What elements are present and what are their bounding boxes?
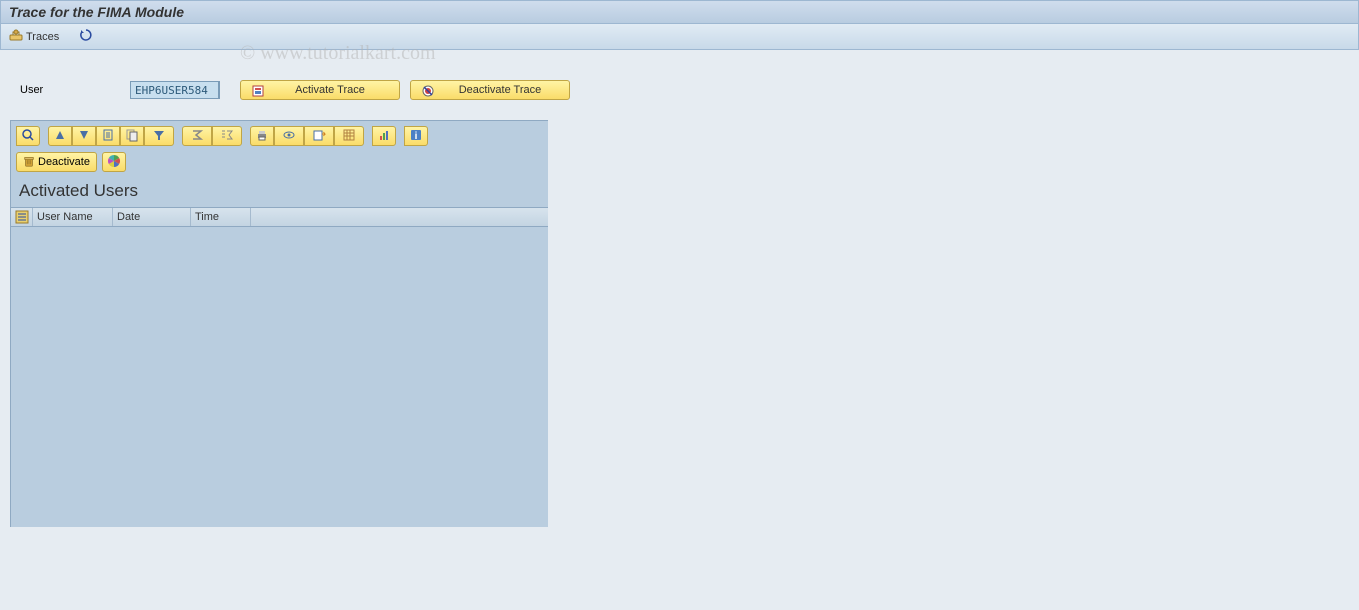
subtotal-icon — [220, 128, 234, 145]
grid-toolbar: i — [11, 121, 548, 149]
column-time[interactable]: Time — [191, 208, 251, 226]
color-circle-icon — [107, 154, 121, 171]
section-title: Activated Users — [11, 177, 548, 207]
chart-color-button[interactable] — [102, 152, 126, 172]
grid-body — [11, 227, 548, 527]
deactivate-trace-button[interactable]: Deactivate Trace — [410, 80, 570, 100]
grid-panel: i Deactivate Ac — [10, 120, 548, 527]
select-all-button[interactable] — [11, 208, 33, 226]
find-icon — [101, 128, 115, 145]
details-button[interactable] — [16, 126, 40, 146]
deactivate-label: Deactivate — [38, 156, 90, 168]
grid-toolbar-row-2: Deactivate — [11, 149, 548, 177]
deactivate-icon — [421, 84, 433, 96]
user-input-row: User Activate Trace Deactivate Trace — [0, 50, 1359, 120]
info-icon: i — [409, 128, 423, 145]
find-next-icon — [125, 128, 139, 145]
print-icon — [255, 128, 269, 145]
user-label: User — [20, 84, 120, 96]
user-input[interactable] — [130, 81, 220, 99]
filter-icon — [152, 128, 166, 145]
window-title: Trace for the FIMA Module — [9, 4, 184, 20]
layout-button[interactable] — [334, 126, 364, 146]
traces-label: Traces — [26, 31, 59, 43]
sort-desc-icon — [77, 128, 91, 145]
deactivate-trace-label: Deactivate Trace — [441, 84, 559, 96]
traces-button[interactable]: Traces — [9, 28, 59, 45]
window-title-bar: Trace for the FIMA Module — [0, 0, 1359, 24]
filter-button[interactable] — [144, 126, 174, 146]
activate-trace-label: Activate Trace — [271, 84, 389, 96]
graphic-button[interactable] — [372, 126, 396, 146]
print-button[interactable] — [250, 126, 274, 146]
refresh-icon — [79, 28, 93, 45]
svg-text:i: i — [415, 131, 418, 142]
sort-desc-button[interactable] — [72, 126, 96, 146]
layout-icon — [342, 128, 356, 145]
sort-asc-button[interactable] — [48, 126, 72, 146]
sort-asc-icon — [53, 128, 67, 145]
export-button[interactable] — [304, 126, 334, 146]
column-date[interactable]: Date — [113, 208, 191, 226]
export-icon — [312, 128, 326, 145]
views-button[interactable] — [274, 126, 304, 146]
app-toolbar: Traces — [0, 24, 1359, 50]
sum-button[interactable] — [182, 126, 212, 146]
graphic-icon — [377, 128, 391, 145]
sum-icon — [190, 128, 204, 145]
subtotal-button[interactable] — [212, 126, 242, 146]
activate-trace-button[interactable]: Activate Trace — [240, 80, 400, 100]
info-button[interactable]: i — [404, 126, 428, 146]
details-icon — [21, 128, 35, 145]
refresh-button[interactable] — [79, 28, 96, 45]
trash-icon — [23, 155, 35, 170]
find-button[interactable] — [96, 126, 120, 146]
deactivate-button[interactable]: Deactivate — [16, 152, 97, 172]
grid-header: User Name Date Time — [11, 207, 548, 227]
views-icon — [282, 128, 296, 145]
traces-icon — [9, 28, 23, 45]
column-user-name[interactable]: User Name — [33, 208, 113, 226]
find-next-button[interactable] — [120, 126, 144, 146]
activate-icon — [251, 84, 263, 96]
